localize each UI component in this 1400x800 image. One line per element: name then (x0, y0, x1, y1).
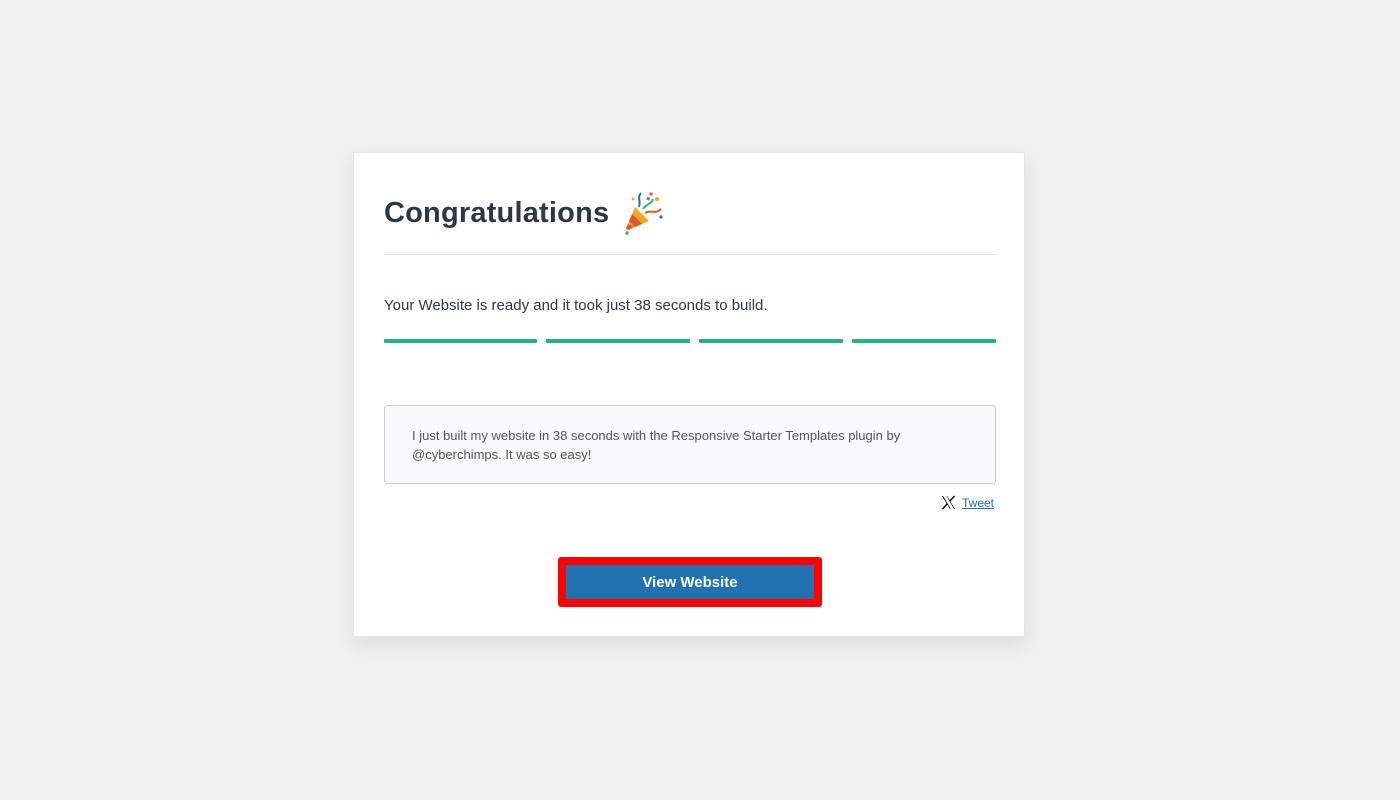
tweet-link[interactable]: Tweet (962, 496, 994, 510)
progress-segment (546, 339, 690, 343)
tweet-text-box[interactable]: I just built my website in 38 seconds wi… (384, 405, 996, 484)
ready-message: Your Website is ready and it took just 3… (384, 297, 768, 314)
x-logo-icon[interactable] (941, 495, 956, 510)
progress-segment (384, 339, 537, 343)
progress-segment (852, 339, 996, 343)
progress-bar (384, 339, 996, 343)
progress-segment (699, 339, 843, 343)
tweet-link-group[interactable]: Tweet (941, 495, 994, 510)
title-row: Congratulations (384, 191, 665, 235)
party-popper-icon (621, 191, 665, 235)
title-divider (384, 254, 996, 255)
view-website-button[interactable]: View Website (566, 565, 814, 599)
congratulations-card: Congratulations Your Website is ready an… (353, 152, 1025, 637)
page-title: Congratulations (384, 196, 610, 229)
view-website-highlight: View Website (558, 557, 822, 607)
